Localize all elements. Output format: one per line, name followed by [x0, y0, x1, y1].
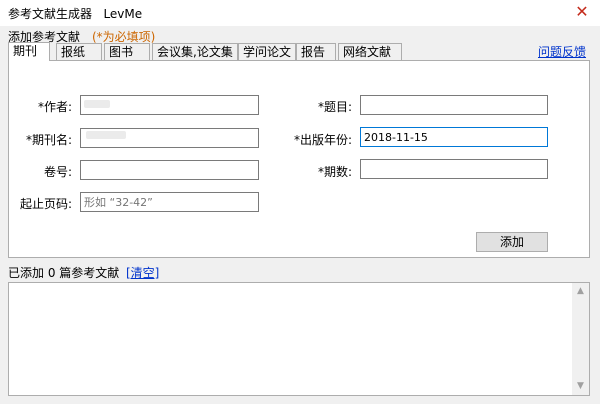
year-label: *出版年份:: [293, 133, 352, 147]
title-label: *题目:: [317, 100, 352, 114]
issue-label: *期数:: [317, 165, 352, 179]
added-count-status: 已添加 0 篇参考文献: [8, 266, 120, 280]
pages-input[interactable]: [80, 192, 259, 212]
add-button[interactable]: 添加: [476, 232, 548, 252]
issue-input[interactable]: [360, 159, 548, 179]
tab-report[interactable]: 报告: [296, 43, 336, 60]
window-title: 参考文献生成器 LevMe: [8, 7, 143, 21]
tab-proceedings[interactable]: 会议集,论文集: [152, 43, 238, 60]
volume-input[interactable]: [80, 160, 259, 180]
clear-link[interactable]: [清空]: [126, 264, 159, 281]
journal-input[interactable]: [80, 128, 259, 148]
title-input[interactable]: [360, 95, 548, 115]
tab-web-doc[interactable]: 网络文献: [338, 43, 402, 60]
author-label: *作者:: [37, 100, 72, 114]
tab-journal[interactable]: 期刊: [8, 42, 50, 61]
year-input[interactable]: [360, 127, 548, 147]
scroll-down-icon[interactable]: ▼: [572, 378, 589, 395]
volume-label: 卷号:: [43, 165, 72, 179]
tab-thesis[interactable]: 学问论文: [238, 43, 296, 60]
scroll-up-icon[interactable]: ▲: [572, 283, 589, 300]
feedback-link[interactable]: 问题反馈: [538, 43, 586, 60]
close-icon[interactable]: ✕: [572, 3, 592, 21]
journal-label: *期刊名:: [25, 133, 72, 147]
pages-label: 起止页码:: [19, 197, 72, 211]
tab-newspaper[interactable]: 报纸: [56, 43, 102, 60]
vertical-scrollbar[interactable]: ▲ ▼: [572, 283, 589, 395]
author-input[interactable]: [80, 95, 259, 115]
tab-book[interactable]: 图书: [104, 43, 150, 60]
references-output[interactable]: ▲ ▼: [8, 282, 590, 396]
